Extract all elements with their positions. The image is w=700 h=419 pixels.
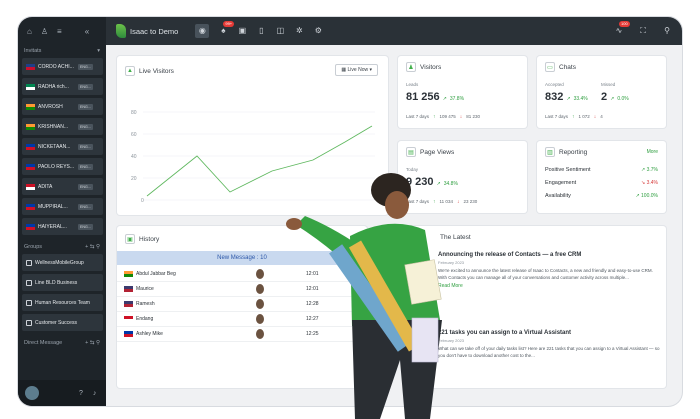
person-illustration <box>286 173 442 419</box>
